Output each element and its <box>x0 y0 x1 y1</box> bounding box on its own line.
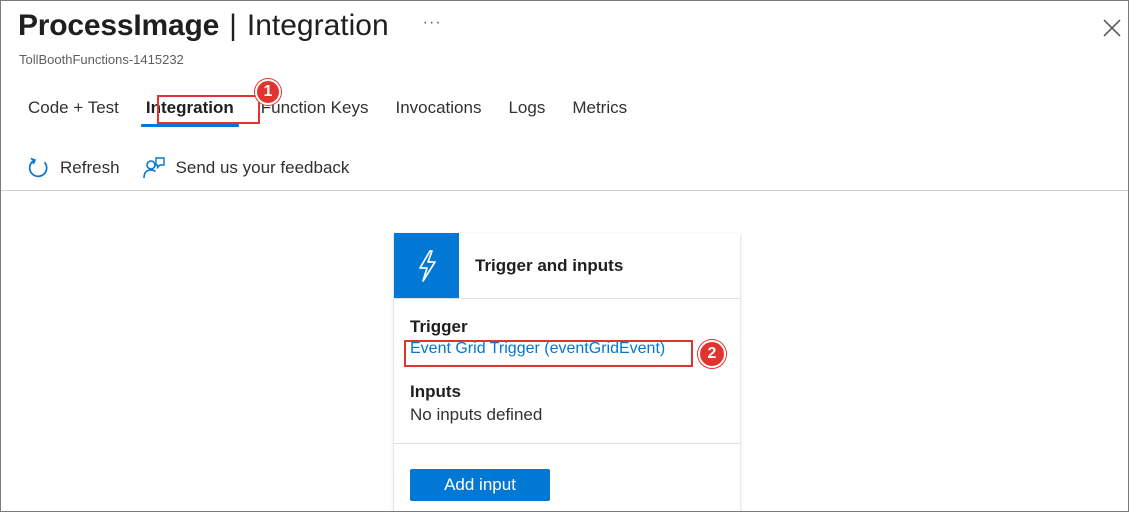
toolbar: Refresh Send us your feedback <box>26 153 349 183</box>
close-button[interactable] <box>1101 17 1123 39</box>
tab-bar: Code + Test Integration Function Keys In… <box>19 94 636 130</box>
refresh-label: Refresh <box>60 158 120 177</box>
toolbar-divider <box>1 190 1128 191</box>
page-header: ProcessImage | Integration ··· <box>18 9 442 43</box>
inputs-empty-text: No inputs defined <box>410 405 543 424</box>
tab-code-test[interactable]: Code + Test <box>19 94 128 126</box>
callout-badge-2: 2 <box>698 340 726 368</box>
callout-highlight-integration <box>157 95 260 124</box>
more-options-button[interactable]: ··· <box>423 14 442 32</box>
feedback-label: Send us your feedback <box>175 158 350 177</box>
card-title: Trigger and inputs <box>475 255 624 275</box>
card-divider <box>394 443 740 444</box>
page-title: ProcessImage <box>18 9 220 42</box>
tab-metrics[interactable]: Metrics <box>563 94 636 126</box>
add-input-button[interactable]: Add input <box>410 469 550 501</box>
page-subtitle: TollBoothFunctions-1415232 <box>19 52 184 67</box>
blade-panel: ProcessImage | Integration ··· TollBooth… <box>0 0 1129 512</box>
inputs-heading: Inputs <box>410 382 461 401</box>
close-icon <box>1103 19 1121 37</box>
trigger-inputs-card: Trigger and inputs Trigger Event Grid Tr… <box>394 233 740 511</box>
callout-highlight-trigger <box>404 340 693 367</box>
callout-badge-1: 1 <box>255 79 281 105</box>
feedback-icon <box>142 157 165 179</box>
card-icon-tile <box>394 233 459 298</box>
refresh-button[interactable]: Refresh <box>26 156 120 180</box>
feedback-button[interactable]: Send us your feedback <box>142 156 350 180</box>
page-section-title: Integration <box>246 9 389 42</box>
tab-invocations[interactable]: Invocations <box>386 94 490 126</box>
tab-logs[interactable]: Logs <box>499 94 554 126</box>
lightning-bolt-icon <box>418 249 436 282</box>
title-separator: | <box>229 9 237 42</box>
refresh-icon <box>28 157 48 178</box>
card-header: Trigger and inputs <box>394 233 740 299</box>
trigger-heading: Trigger <box>410 317 468 336</box>
